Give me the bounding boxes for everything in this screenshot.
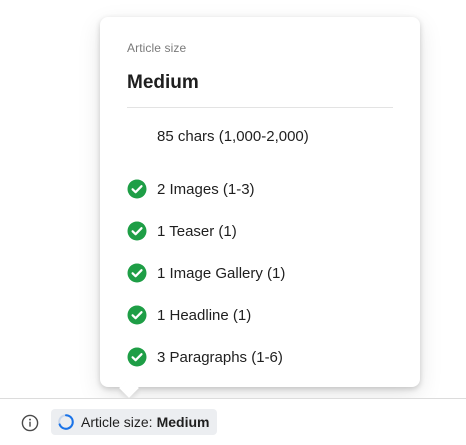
chip-value: Medium bbox=[156, 414, 210, 430]
requirement-text: 85 chars (1,000-2,000) bbox=[157, 127, 309, 145]
popover-title: Medium bbox=[127, 72, 199, 93]
check-circle-icon bbox=[127, 221, 147, 241]
requirement-item: 1 Teaser (1) bbox=[127, 210, 393, 252]
requirements-list: 85 chars (1,000-2,000) 2 Images (1-3) 1 … bbox=[127, 126, 393, 378]
info-icon[interactable] bbox=[21, 414, 39, 432]
check-circle-icon bbox=[127, 305, 147, 325]
requirement-item: 1 Image Gallery (1) bbox=[127, 252, 393, 294]
popover-label: Article size bbox=[127, 41, 187, 55]
check-circle-icon bbox=[127, 347, 147, 367]
check-circle-icon bbox=[127, 179, 147, 199]
article-size-chip[interactable]: Article size: Medium bbox=[51, 409, 218, 435]
stage: Article size Medium 85 chars (1,000-2,00… bbox=[0, 0, 466, 445]
requirement-text: 2 Images (1-3) bbox=[157, 180, 255, 198]
check-circle-icon bbox=[127, 263, 147, 283]
popover-divider bbox=[127, 107, 393, 108]
status-bar: Article size: Medium bbox=[0, 398, 466, 445]
requirement-text: 3 Paragraphs (1-6) bbox=[157, 348, 283, 366]
progress-ring-icon bbox=[57, 413, 75, 431]
article-size-popover: Article size Medium 85 chars (1,000-2,00… bbox=[100, 17, 420, 387]
requirement-item: 3 Paragraphs (1-6) bbox=[127, 336, 393, 378]
requirement-item: 85 chars (1,000-2,000) bbox=[127, 126, 393, 146]
chip-label: Article size: bbox=[81, 414, 153, 430]
requirement-text: 1 Headline (1) bbox=[157, 306, 252, 324]
requirement-text: 1 Image Gallery (1) bbox=[157, 264, 286, 282]
requirement-item: 1 Headline (1) bbox=[127, 294, 393, 336]
requirement-item: 2 Images (1-3) bbox=[127, 168, 393, 210]
requirement-text: 1 Teaser (1) bbox=[157, 222, 237, 240]
